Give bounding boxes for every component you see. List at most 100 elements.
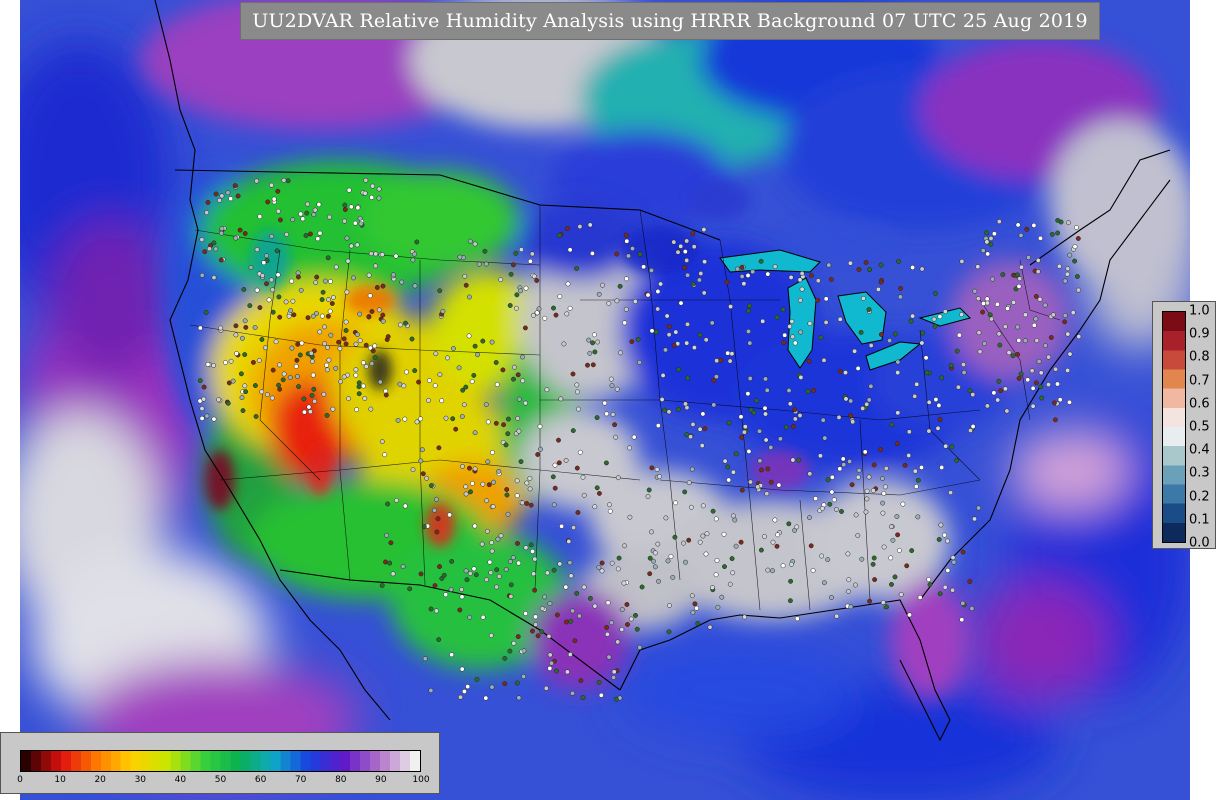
station-marker bbox=[794, 616, 800, 622]
station-marker bbox=[810, 568, 816, 573]
station-marker bbox=[1046, 354, 1052, 360]
station-marker bbox=[813, 496, 819, 502]
station-marker bbox=[1022, 312, 1028, 318]
station-marker bbox=[637, 251, 643, 257]
station-marker bbox=[591, 332, 597, 338]
station-marker bbox=[870, 488, 876, 493]
station-marker bbox=[595, 339, 601, 345]
station-marker bbox=[634, 626, 640, 632]
station-marker bbox=[343, 341, 349, 347]
station-marker bbox=[254, 247, 260, 253]
station-marker bbox=[205, 361, 211, 367]
station-marker bbox=[243, 324, 249, 330]
station-marker bbox=[763, 437, 769, 443]
station-marker bbox=[915, 477, 921, 483]
station-marker bbox=[407, 586, 413, 592]
station-marker bbox=[633, 612, 638, 618]
station-marker bbox=[628, 616, 634, 622]
station-marker bbox=[362, 190, 368, 196]
station-marker bbox=[909, 548, 915, 554]
station-marker bbox=[297, 352, 303, 358]
station-marker bbox=[414, 239, 420, 245]
station-marker bbox=[487, 559, 493, 565]
station-marker bbox=[388, 540, 394, 546]
station-marker bbox=[324, 345, 330, 350]
station-marker bbox=[532, 587, 538, 593]
station-marker bbox=[483, 261, 489, 267]
station-marker bbox=[745, 391, 751, 397]
station-marker bbox=[710, 585, 715, 590]
station-marker bbox=[1042, 343, 1048, 349]
station-marker bbox=[333, 264, 339, 270]
station-marker bbox=[1076, 287, 1081, 293]
station-marker bbox=[287, 375, 293, 380]
station-marker bbox=[984, 403, 990, 409]
station-marker bbox=[485, 419, 491, 425]
station-marker bbox=[503, 567, 509, 572]
station-marker bbox=[314, 274, 320, 280]
station-marker bbox=[400, 564, 406, 570]
station-marker bbox=[508, 271, 514, 277]
station-marker bbox=[432, 383, 438, 389]
station-marker bbox=[827, 501, 833, 507]
station-marker bbox=[523, 400, 528, 406]
station-marker bbox=[549, 660, 554, 666]
station-marker bbox=[376, 186, 382, 192]
station-marker bbox=[197, 378, 203, 384]
station-marker bbox=[622, 543, 627, 549]
station-marker bbox=[436, 445, 442, 451]
station-marker bbox=[397, 322, 403, 328]
station-marker bbox=[858, 329, 864, 335]
map-title: UU2DVAR Relative Humidity Analysis using… bbox=[252, 10, 1088, 32]
station-marker bbox=[685, 272, 691, 278]
station-marker bbox=[360, 383, 366, 389]
station-marker bbox=[233, 332, 239, 338]
station-marker bbox=[254, 178, 260, 184]
station-marker bbox=[370, 183, 376, 189]
station-marker bbox=[621, 580, 627, 586]
station-marker bbox=[474, 677, 480, 682]
station-marker bbox=[537, 424, 543, 429]
station-marker bbox=[627, 445, 632, 451]
station-marker bbox=[199, 272, 205, 278]
relative-humidity-colorbar bbox=[20, 750, 421, 772]
station-marker bbox=[655, 541, 661, 547]
station-marker bbox=[508, 594, 514, 599]
station-marker bbox=[713, 516, 719, 522]
station-marker bbox=[681, 540, 686, 546]
rh-tick-label: 80 bbox=[335, 775, 347, 785]
station-marker bbox=[639, 584, 645, 590]
station-marker bbox=[363, 342, 369, 348]
station-marker bbox=[271, 196, 277, 202]
station-marker bbox=[213, 191, 219, 197]
station-marker bbox=[387, 560, 393, 566]
station-marker bbox=[301, 396, 307, 402]
station-marker bbox=[420, 471, 426, 477]
station-marker bbox=[637, 645, 643, 650]
station-marker bbox=[380, 312, 386, 318]
station-marker bbox=[647, 571, 653, 577]
station-marker bbox=[1011, 299, 1017, 305]
station-marker bbox=[939, 375, 945, 381]
station-marker bbox=[699, 443, 705, 449]
station-marker bbox=[434, 608, 439, 614]
station-marker bbox=[587, 222, 593, 228]
station-marker bbox=[691, 345, 697, 351]
station-marker bbox=[713, 572, 719, 578]
station-marker bbox=[792, 340, 798, 346]
station-marker bbox=[377, 379, 383, 385]
station-marker bbox=[870, 561, 876, 567]
station-marker bbox=[919, 465, 924, 470]
station-marker bbox=[527, 475, 533, 481]
station-marker bbox=[617, 283, 623, 289]
station-marker bbox=[758, 258, 764, 264]
station-marker bbox=[619, 607, 625, 612]
station-marker bbox=[461, 689, 467, 694]
station-marker bbox=[343, 328, 349, 333]
station-marker bbox=[218, 325, 224, 331]
station-marker bbox=[884, 604, 889, 610]
station-marker bbox=[1072, 244, 1078, 250]
station-marker bbox=[906, 429, 912, 435]
station-marker bbox=[815, 278, 821, 284]
station-marker bbox=[551, 567, 557, 573]
